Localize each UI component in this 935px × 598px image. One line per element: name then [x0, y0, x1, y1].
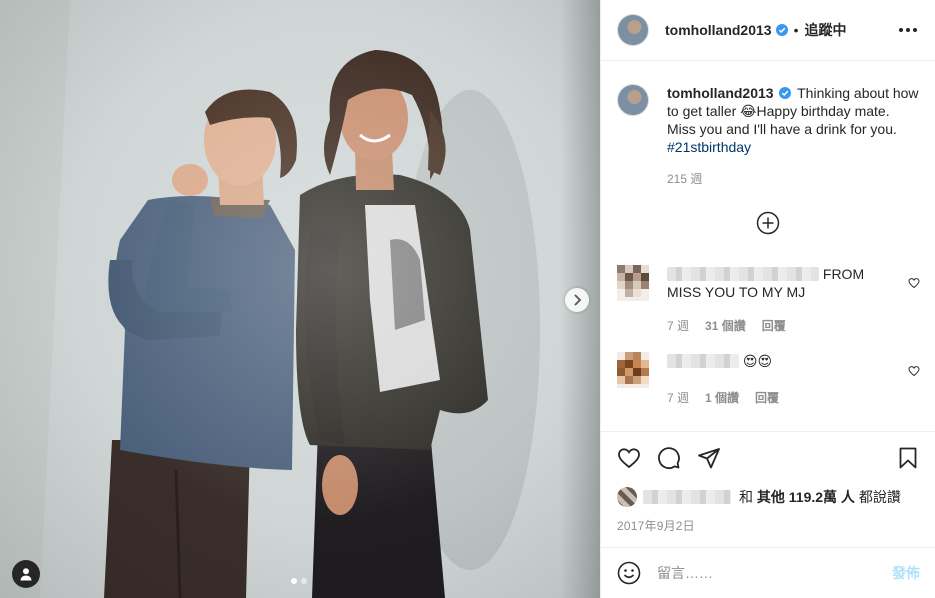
load-more-icon[interactable]: [756, 211, 780, 235]
comment-meta: 7 週 31 個讚 回覆: [667, 317, 786, 334]
likes-prefix: 和: [739, 489, 753, 505]
heart-icon[interactable]: [908, 365, 920, 377]
comment-item: 😍😍 7 週 1 個讚 回覆: [617, 352, 920, 407]
comment-item: FROM MISS YOU TO MY MJ 7 週 31 個讚 回覆: [617, 265, 920, 340]
share-icon[interactable]: [697, 446, 721, 470]
likes-summary: 和 其他 119.2萬 人 都說讚: [617, 487, 901, 507]
more-options-icon[interactable]: [896, 22, 920, 38]
post-comment-button[interactable]: 發佈: [892, 563, 920, 583]
caption-time: 215 週: [667, 172, 703, 186]
likes-suffix: 都說讚: [858, 489, 901, 505]
avatar[interactable]: [617, 14, 649, 46]
photo-vignette: [0, 0, 600, 598]
comment-text-line2: MISS YOU TO MY MJ: [667, 284, 806, 300]
bookmark-icon[interactable]: [896, 446, 920, 470]
carousel-next-button[interactable]: [565, 288, 589, 312]
comment-icon[interactable]: [657, 446, 681, 470]
reply-button[interactable]: 回覆: [755, 389, 779, 406]
chevron-right-icon: [574, 294, 582, 306]
comment-text: 😍😍: [667, 352, 897, 370]
likes-others[interactable]: 其他 119.2萬 人: [757, 489, 855, 505]
reply-button[interactable]: 回覆: [762, 317, 786, 334]
blurred-username: [667, 267, 819, 281]
verified-icon: [775, 24, 788, 36]
verified-icon: [779, 87, 792, 99]
comment-meta: 7 週 1 個讚 回覆: [667, 389, 779, 406]
caption-hashtag[interactable]: #21stbirthday: [667, 139, 751, 155]
user-tags-button[interactable]: [12, 560, 40, 588]
actions-divider: [601, 431, 935, 432]
caption-avatar[interactable]: [617, 84, 649, 116]
emoji-icon[interactable]: [617, 561, 641, 585]
comment-time: 7 週: [667, 319, 690, 333]
caption-username[interactable]: tomholland2013: [667, 85, 774, 101]
user-tag-icon: [20, 568, 32, 581]
post-caption: tomholland2013 Thinking about how to get…: [617, 84, 920, 156]
heart-icon[interactable]: [908, 277, 920, 289]
liker-avatar[interactable]: [617, 487, 637, 507]
post-header: tomholland2013 • 追蹤中: [601, 0, 935, 61]
blurred-username: [667, 354, 739, 368]
comment-likes[interactable]: 31 個讚: [705, 317, 746, 334]
post-details-panel: tomholland2013 • 追蹤中 tomholland2013 Thin…: [600, 0, 935, 598]
post-photo[interactable]: [0, 0, 600, 598]
heart-icon[interactable]: [617, 446, 641, 470]
comment-text-suffix: FROM: [822, 266, 865, 282]
comment-text: FROM MISS YOU TO MY MJ: [667, 265, 897, 301]
carousel-dot: [301, 578, 307, 584]
blurred-username: [643, 490, 731, 504]
likes-text: 和 其他 119.2萬 人 都說讚: [739, 487, 901, 507]
follow-status-button[interactable]: 追蹤中: [805, 20, 847, 40]
comment-likes[interactable]: 1 個讚: [705, 389, 739, 406]
carousel-dot-active: [291, 578, 297, 584]
comment-form: 發佈: [601, 547, 935, 598]
instagram-post-modal: tomholland2013 • 追蹤中 tomholland2013 Thin…: [0, 0, 935, 598]
header-separator: •: [793, 22, 799, 38]
avatar[interactable]: [617, 265, 649, 301]
caption-body: tomholland2013 Thinking about how to get…: [667, 84, 920, 156]
comment-text-suffix: 😍😍: [742, 353, 773, 369]
post-date[interactable]: 2017年9月2日: [617, 517, 695, 534]
comment-input[interactable]: [657, 565, 857, 581]
carousel-dots: [291, 578, 307, 584]
comment-time: 7 週: [667, 391, 690, 405]
avatar[interactable]: [617, 352, 649, 388]
header-username[interactable]: tomholland2013: [665, 22, 772, 38]
